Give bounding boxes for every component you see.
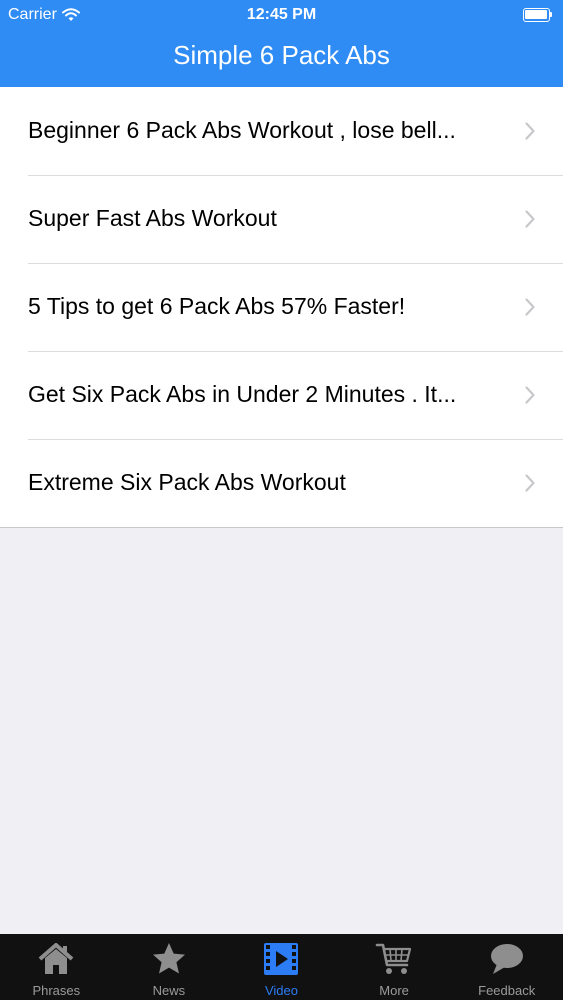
film-icon xyxy=(264,943,299,975)
list-item[interactable]: Get Six Pack Abs in Under 2 Minutes . It… xyxy=(0,351,563,439)
tab-video[interactable]: Video xyxy=(225,934,338,1000)
page-title: Simple 6 Pack Abs xyxy=(173,40,390,70)
tab-label: News xyxy=(152,983,186,998)
list-item-label: Get Six Pack Abs in Under 2 Minutes . It… xyxy=(28,381,457,407)
tab-feedback[interactable]: Feedback xyxy=(450,934,563,1000)
tab-more[interactable]: More xyxy=(338,934,451,1000)
status-bar: Carrier 12:45 PM xyxy=(0,0,563,30)
list-item[interactable]: 5 Tips to get 6 Pack Abs 57% Faster! xyxy=(0,263,563,351)
home-icon xyxy=(38,943,74,974)
battery-tip xyxy=(550,12,552,17)
tab-label: Phrases xyxy=(32,983,81,998)
star-icon xyxy=(152,943,185,974)
status-time: 12:45 PM xyxy=(246,6,317,23)
speech-bubble-icon xyxy=(490,944,523,974)
tab-label: Feedback xyxy=(478,983,536,998)
list-item[interactable]: Extreme Six Pack Abs Workout xyxy=(0,439,563,527)
chevron-right-icon xyxy=(525,298,535,316)
tab-bar: Phrases News Video More Feedback xyxy=(0,934,563,1000)
tab-news[interactable]: News xyxy=(113,934,226,1000)
list-item-label: Beginner 6 Pack Abs Workout , lose bell.… xyxy=(28,117,456,143)
tab-label: More xyxy=(379,983,409,998)
tab-phrases[interactable]: Phrases xyxy=(0,934,113,1000)
list-item-label: 5 Tips to get 6 Pack Abs 57% Faster! xyxy=(28,293,406,319)
list-item[interactable]: Beginner 6 Pack Abs Workout , lose bell.… xyxy=(0,87,563,175)
list-item-label: Super Fast Abs Workout xyxy=(28,205,277,231)
chevron-right-icon xyxy=(525,474,535,492)
cart-icon xyxy=(375,943,412,974)
battery-fill xyxy=(525,10,547,19)
video-list: Beginner 6 Pack Abs Workout , lose bell.… xyxy=(0,87,563,528)
list-item[interactable]: Super Fast Abs Workout xyxy=(0,175,563,263)
chevron-right-icon xyxy=(525,210,535,228)
chevron-right-icon xyxy=(525,122,535,140)
list-item-label: Extreme Six Pack Abs Workout xyxy=(28,469,346,495)
tab-label: Video xyxy=(264,983,298,998)
battery-icon xyxy=(523,8,553,22)
navigation-header: Carrier 12:45 PM Simple 6 Pack Abs xyxy=(0,0,563,87)
chevron-right-icon xyxy=(525,386,535,404)
